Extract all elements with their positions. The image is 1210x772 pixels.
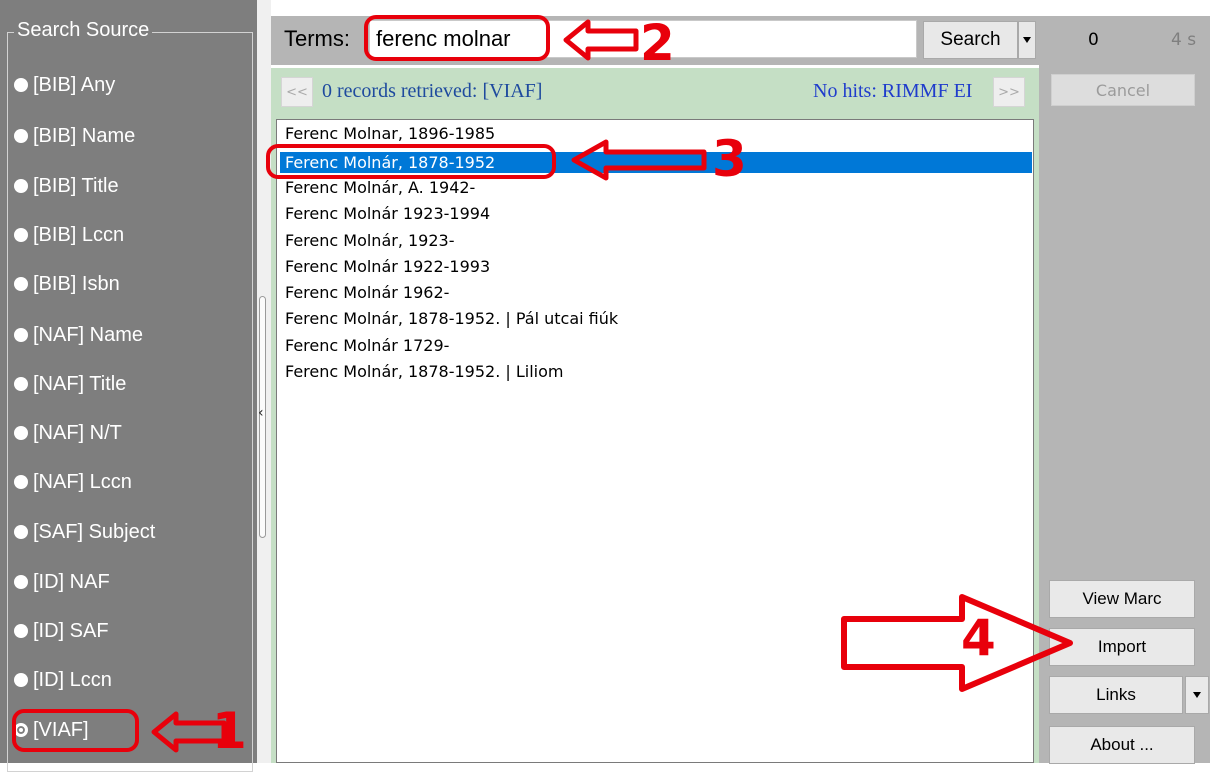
radio-dot-icon[interactable] [14,328,28,342]
prev-page-button[interactable]: << [281,77,313,107]
annotation-box-selection [266,144,556,179]
annotation-number-4: 4 [961,609,996,667]
radio-dot-icon[interactable] [14,377,28,391]
arrow-left-icon [571,139,707,181]
terms-label: Terms: [284,26,350,51]
arrow-right-icon [841,594,1073,692]
radio-naf-title[interactable]: [NAF] Title [14,364,126,404]
list-item[interactable]: Ferenc Molnár 1923-1994 [285,203,490,224]
annotation-number-3: 3 [712,130,747,188]
radio-bib-any[interactable]: [BIB] Any [14,65,115,105]
radio-label: [NAF] Title [33,372,127,395]
records-status: 0 records retrieved: [VIAF] [322,80,543,102]
list-item[interactable]: Ferenc Molnár 1729- [285,335,449,356]
radio-label: [ID] SAF [33,619,109,642]
radio-dot-icon[interactable] [14,673,28,687]
radio-bib-title[interactable]: [BIB] Title [14,166,119,206]
radio-label: [BIB] Isbn [33,272,120,295]
list-item[interactable]: Ferenc Molnár, A. 1942- [285,177,475,198]
radio-dot-icon[interactable] [14,624,28,638]
radio-id-saf[interactable]: [ID] SAF [14,611,109,651]
elapsed-time: 4 s [1171,30,1197,50]
radio-id-lccn[interactable]: [ID] Lccn [14,660,112,700]
annotation-box-viaf [12,709,139,752]
radio-saf-subject[interactable]: [SAF] Subject [14,512,155,552]
radio-dot-icon[interactable] [14,525,28,539]
radio-naf-nt[interactable]: [NAF] N/T [14,413,122,453]
radio-dot-icon[interactable] [14,228,28,242]
radio-label: [BIB] Name [33,124,136,147]
radio-dot-icon[interactable] [14,277,28,291]
about-button[interactable]: About ... [1049,726,1195,764]
radio-naf-lccn[interactable]: [NAF] Lccn [14,462,132,502]
chevron-down-icon [1023,37,1031,43]
radio-naf-name[interactable]: [NAF] Name [14,315,143,355]
cancel-button[interactable]: Cancel [1051,74,1195,106]
annotation-number-1: 1 [212,702,247,760]
radio-label: [ID] Lccn [33,668,112,691]
radio-label: [BIB] Any [33,73,116,96]
list-item[interactable]: Ferenc Molnár, 1923- [285,230,455,251]
list-item[interactable]: Ferenc Molnár, 1878-1952. | Pál utcai fi… [285,308,618,329]
arrow-left-icon [563,19,639,61]
radio-label: [NAF] Lccn [33,470,132,493]
search-dropdown-button[interactable] [1018,21,1036,59]
radio-bib-name[interactable]: [BIB] Name [14,116,135,156]
radio-label: [ID] NAF [33,570,110,593]
next-page-button[interactable]: >> [993,77,1025,107]
radio-bib-isbn[interactable]: [BIB] Isbn [14,264,120,304]
result-count: 0 [1088,30,1099,50]
list-item[interactable]: Ferenc Molnar, 1896-1985 [285,123,495,144]
radio-dot-icon[interactable] [14,475,28,489]
radio-bib-lccn[interactable]: [BIB] Lccn [14,215,124,255]
list-item[interactable]: Ferenc Molnár, 1878-1952. | Liliom [285,361,563,382]
annotation-box-terms [364,15,550,61]
radio-dot-icon[interactable] [14,129,28,143]
no-hits-status: No hits: RIMMF EI [813,80,973,102]
radio-label: [BIB] Lccn [33,223,125,246]
chevron-down-icon [1193,692,1201,698]
radio-dot-icon[interactable] [14,575,28,589]
radio-dot-icon[interactable] [14,78,28,92]
annotation-number-2: 2 [640,14,675,72]
collapse-left-icon[interactable]: ‹ [258,405,264,421]
list-item[interactable]: Ferenc Molnár 1922-1993 [285,256,490,277]
search-button[interactable]: Search [923,21,1018,59]
radio-label: [NAF] N/T [33,421,122,444]
radio-label: [SAF] Subject [33,520,156,543]
radio-label: [BIB] Title [33,174,119,197]
links-dropdown-button[interactable] [1185,676,1209,714]
search-source-legend: Search Source [14,19,153,42]
radio-id-naf[interactable]: [ID] NAF [14,562,110,602]
radio-dot-icon[interactable] [14,426,28,440]
radio-dot-icon[interactable] [14,179,28,193]
list-item[interactable]: Ferenc Molnár 1962- [285,282,449,303]
radio-label: [NAF] Name [33,323,144,346]
